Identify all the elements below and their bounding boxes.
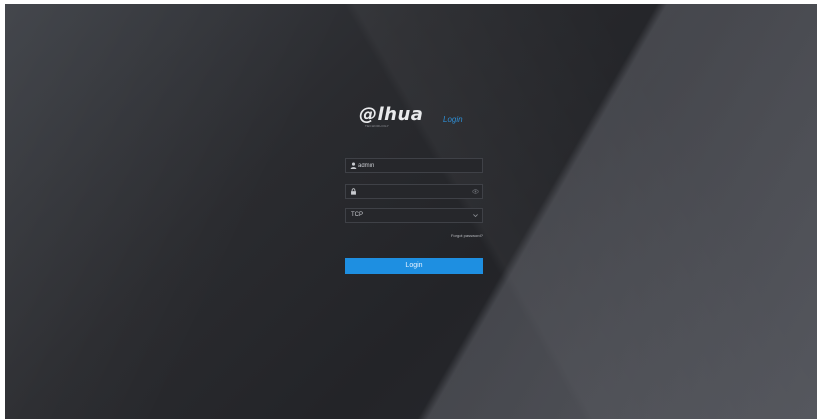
lock-icon — [351, 188, 356, 195]
username-field[interactable] — [345, 158, 483, 173]
network-protocol-select[interactable]: TCP — [345, 208, 483, 223]
password-input[interactable] — [358, 185, 468, 198]
brand-logo: @lhua TECHNOLOGY Login — [359, 104, 499, 130]
forgot-password-link[interactable]: Forgot password? — [413, 233, 483, 238]
user-icon — [350, 162, 357, 169]
login-button[interactable]: Login — [345, 258, 483, 274]
username-input[interactable] — [358, 159, 468, 172]
page-title: Login — [443, 115, 463, 124]
network-protocol-value: TCP — [351, 212, 363, 218]
logo-subtext: TECHNOLOGY — [365, 124, 390, 128]
password-field[interactable] — [345, 184, 483, 199]
show-password-icon[interactable] — [472, 188, 479, 195]
logo-text: @lhua — [359, 104, 424, 125]
chevron-down-icon — [473, 214, 478, 218]
